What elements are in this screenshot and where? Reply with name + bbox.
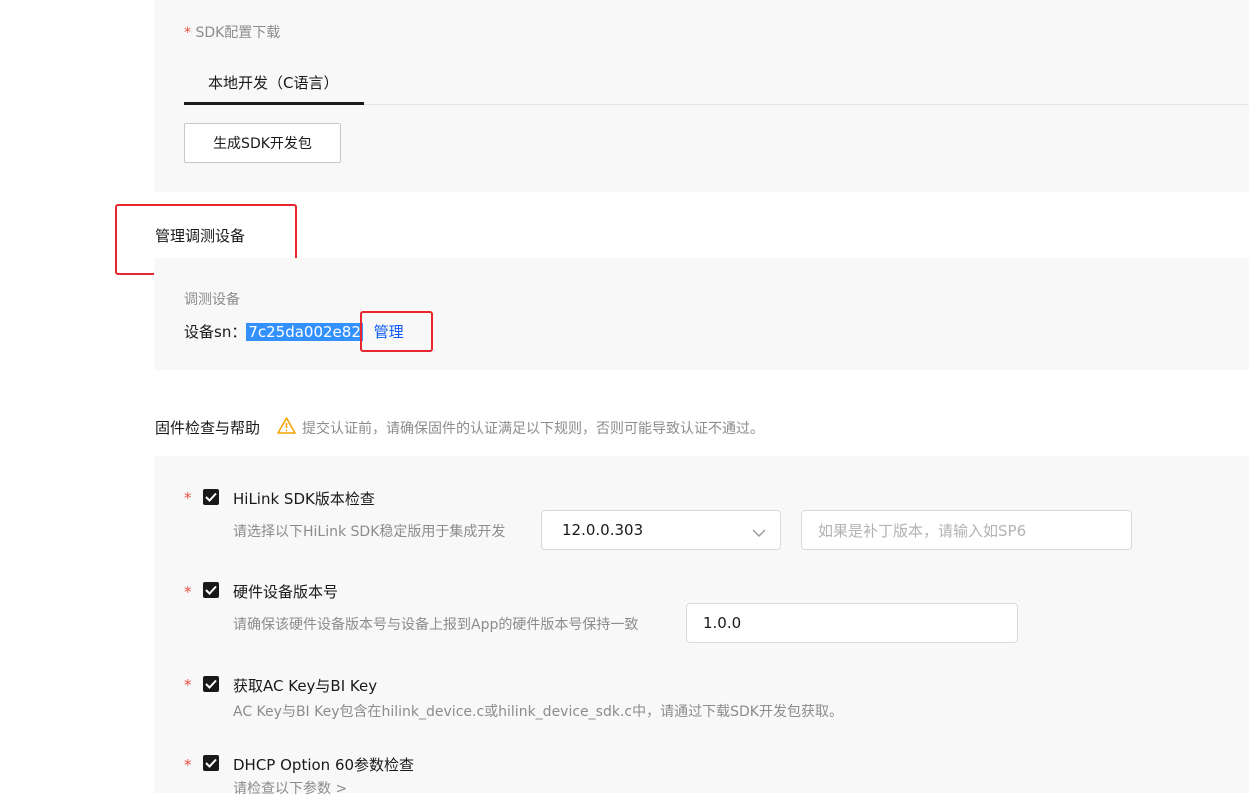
hardware-version-label: 硬件设备版本号 (233, 583, 339, 601)
warning-text: 提交认证前，请确保固件的认证满足以下规则，否则可能导致认证不通过。 (302, 421, 764, 437)
sdk-version-select[interactable]: 12.0.0.303 (541, 510, 781, 550)
debug-device-panel (154, 258, 1249, 370)
check-icon (205, 585, 217, 595)
debug-device-subheading: 调测设备 (184, 292, 240, 308)
required-mark: * (184, 676, 192, 694)
check-icon (205, 758, 217, 768)
dhcp-option-checkbox[interactable] (203, 755, 219, 771)
sdk-version-value: 12.0.0.303 (562, 521, 644, 539)
check-icon (205, 679, 217, 689)
device-sn-label: 设备sn： (184, 323, 247, 341)
hilink-sdk-label: HiLink SDK版本检查 (233, 490, 375, 508)
sdk-config-panel (154, 0, 1249, 192)
sdk-config-title: * SDK配置下载 (184, 25, 281, 41)
hilink-sdk-desc: 请选择以下HiLink SDK稳定版用于集成开发 (233, 524, 506, 540)
check-icon (205, 492, 217, 502)
required-mark: * (184, 583, 192, 601)
chevron-down-icon (752, 524, 766, 542)
dhcp-option-label: DHCP Option 60参数检查 (233, 756, 415, 774)
ac-bi-key-desc: AC Key与BI Key包含在hilink_device.c或hilink_d… (233, 704, 843, 720)
device-sn-value: 7c25da002e82 (246, 323, 363, 341)
ac-bi-key-checkbox[interactable] (203, 676, 219, 692)
required-mark: * (184, 25, 196, 41)
highlight-box-manage (360, 311, 433, 352)
hardware-version-value: 1.0.0 (703, 614, 742, 632)
hardware-version-checkbox[interactable] (203, 582, 219, 598)
tab-local-dev-c[interactable]: 本地开发（C语言） (208, 72, 338, 93)
required-mark: * (184, 756, 192, 774)
tab-active-indicator (184, 102, 364, 105)
generate-sdk-button[interactable]: 生成SDK开发包 (184, 123, 341, 163)
dhcp-option-desc-link[interactable]: 请检查以下参数 > (233, 778, 347, 798)
hilink-sdk-checkbox[interactable] (203, 489, 219, 505)
warning-icon (277, 417, 296, 438)
patch-version-placeholder: 如果是补丁版本，请输入如SP6 (818, 521, 1027, 540)
ac-bi-key-label: 获取AC Key与BI Key (233, 677, 378, 695)
hardware-version-desc: 请确保该硬件设备版本号与设备上报到App的硬件版本号保持一致 (233, 617, 639, 633)
firmware-check-title: 固件检查与帮助 (155, 419, 261, 437)
patch-version-input[interactable]: 如果是补丁版本，请输入如SP6 (801, 510, 1132, 550)
required-mark: * (184, 489, 192, 507)
manage-debug-header (154, 192, 1249, 258)
hardware-version-input[interactable]: 1.0.0 (686, 603, 1018, 643)
